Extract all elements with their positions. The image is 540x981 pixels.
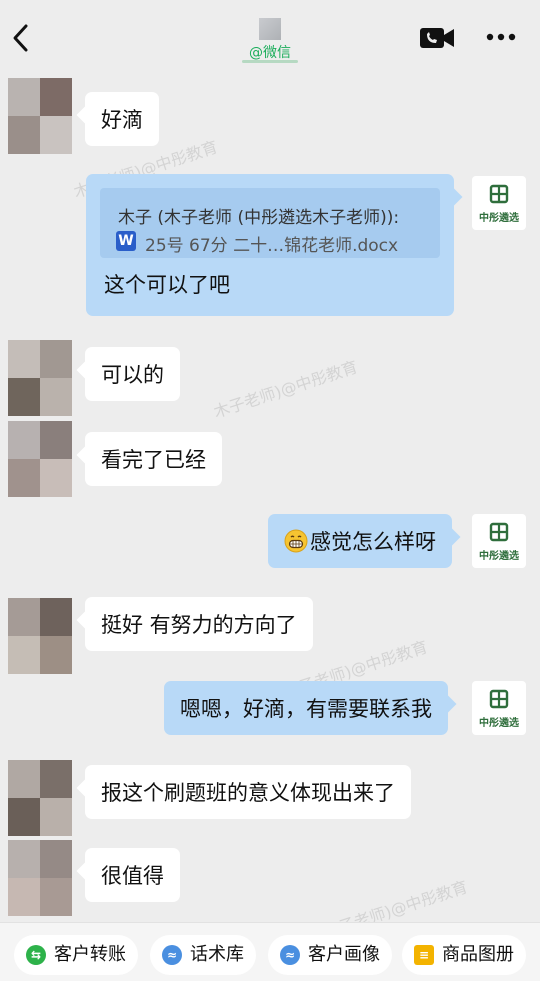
message-list[interactable]: 木子老师)@中彤教育 木子老师)@中彤教育 木子老师)@中彤教育 木子老师)@中… (0, 66, 540, 942)
more-dots-icon[interactable] (486, 30, 516, 44)
grinning-emoji-icon (284, 529, 308, 553)
bubble-tail (443, 528, 461, 546)
quick-tools-bar: ⇆ 客户转账 ≈ 话术库 ≈ 客户画像 ≡ 商品图册 (0, 922, 540, 981)
tool-label: 客户画像 (308, 944, 380, 965)
contact-avatar-blurred[interactable] (8, 760, 72, 836)
source-label: @微信 (249, 45, 291, 61)
quoted-file-reference[interactable]: 木子 (木子老师 (中彤遴选木子老师)): W 25号 67分 二十…锦花老师.… (100, 188, 440, 258)
quoted-author: 木子 (木子老师 (中彤遴选木子老师)): (118, 208, 400, 228)
message-bubble-incoming[interactable]: 可以的 (76, 347, 180, 401)
bubble-tail (76, 779, 94, 797)
message-bubble-incoming[interactable]: 很值得 (76, 848, 180, 902)
company-logo-icon (489, 522, 509, 542)
bubble-tail (76, 611, 94, 629)
contact-avatar-blurred[interactable] (8, 340, 72, 416)
tool-label: 客户转账 (54, 944, 126, 965)
message-text: 这个可以了吧 (104, 273, 230, 297)
bubble-tail (76, 446, 94, 464)
message-text: 很值得 (101, 864, 164, 888)
message-text: 挺好 有努力的方向了 (101, 613, 297, 637)
chat-header: @微信 (0, 0, 540, 66)
product-album-icon: ≡ (414, 945, 434, 965)
video-call-icon[interactable] (418, 26, 458, 50)
word-document-icon: W (116, 231, 136, 251)
message-text: 感觉怎么样呀 (310, 530, 436, 554)
logo-text: 中彤遴选 (479, 551, 519, 562)
customer-profile-icon: ≈ (280, 945, 300, 965)
message-text: 好滴 (101, 108, 143, 132)
message-bubble-incoming[interactable]: 报这个刷题班的意义体现出来了 (76, 765, 411, 819)
bubble-tail (76, 862, 94, 880)
product-album-button[interactable]: ≡ 商品图册 (402, 935, 526, 975)
chat-title[interactable]: @微信 (240, 16, 300, 63)
transfer-icon: ⇆ (26, 945, 46, 965)
tool-label: 商品图册 (442, 944, 514, 965)
own-avatar-logo[interactable]: 中彤遴选 (472, 514, 526, 568)
bubble-tail (76, 106, 94, 124)
tool-label: 话术库 (190, 944, 244, 965)
contact-avatar-blurred (259, 18, 281, 40)
message-bubble-incoming[interactable]: 好滴 (76, 92, 159, 146)
message-text: 报这个刷题班的意义体现出来了 (101, 781, 395, 805)
script-library-icon: ≈ (162, 945, 182, 965)
company-logo-icon (489, 689, 509, 709)
title-underline (242, 60, 298, 63)
quoted-file-name: 25号 67分 二十…锦花老师.docx (145, 236, 399, 256)
message-bubble-incoming[interactable]: 看完了已经 (76, 432, 222, 486)
contact-avatar-blurred[interactable] (8, 598, 72, 674)
bubble-tail (76, 361, 94, 379)
contact-avatar-blurred[interactable] (8, 78, 72, 154)
company-logo-icon (489, 184, 509, 204)
message-bubble-incoming[interactable]: 挺好 有努力的方向了 (76, 597, 313, 651)
customer-profile-button[interactable]: ≈ 客户画像 (268, 935, 392, 975)
bubble-tail (439, 695, 457, 713)
message-bubble-outgoing[interactable]: 嗯嗯，好滴，有需要联系我 (164, 681, 457, 735)
message-text: 可以的 (101, 363, 164, 387)
contact-avatar-blurred[interactable] (8, 840, 72, 916)
customer-transfer-button[interactable]: ⇆ 客户转账 (14, 935, 138, 975)
logo-text: 中彤遴选 (479, 718, 519, 729)
bubble-tail (445, 188, 463, 206)
watermark-text: 木子老师)@中彤教育 (211, 357, 360, 422)
message-bubble-outgoing[interactable]: 感觉怎么样呀 (268, 514, 461, 568)
message-text: 嗯嗯，好滴，有需要联系我 (180, 697, 432, 721)
message-bubble-outgoing-quote[interactable]: 木子 (木子老师 (中彤遴选木子老师)): W 25号 67分 二十…锦花老师.… (86, 174, 463, 316)
message-text: 看完了已经 (101, 448, 206, 472)
back-chevron-icon[interactable] (8, 20, 34, 56)
logo-text: 中彤遴选 (479, 213, 519, 224)
script-library-button[interactable]: ≈ 话术库 (150, 935, 256, 975)
own-avatar-logo[interactable]: 中彤遴选 (472, 681, 526, 735)
own-avatar-logo[interactable]: 中彤遴选 (472, 176, 526, 230)
contact-avatar-blurred[interactable] (8, 421, 72, 497)
